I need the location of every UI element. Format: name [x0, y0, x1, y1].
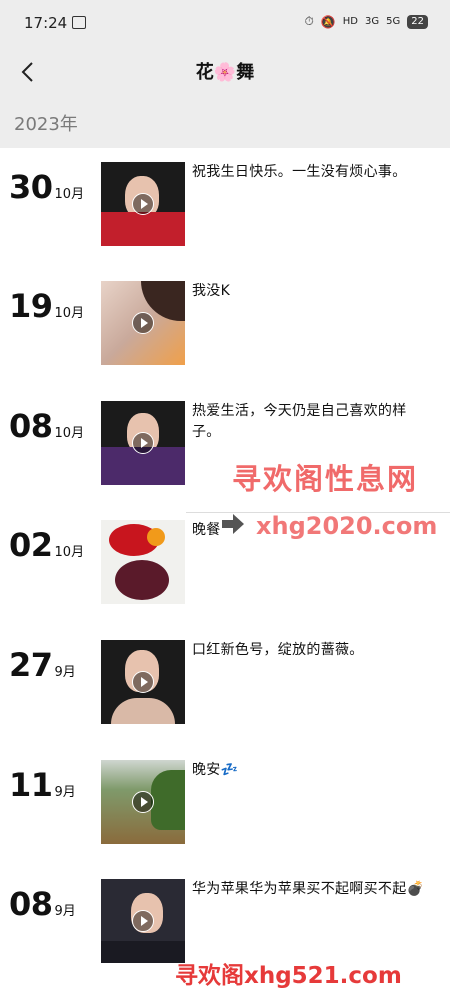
play-icon: [132, 910, 154, 932]
battery-indicator: 22: [407, 14, 428, 29]
post-day: 19: [9, 287, 53, 325]
post-month: 10月: [54, 426, 85, 441]
post-date: 11 9月: [9, 766, 76, 804]
post-day: 02: [9, 526, 53, 564]
year-header: 2023年: [0, 98, 450, 148]
play-icon: [132, 671, 154, 693]
post-day: 08: [9, 407, 53, 445]
post-month: 10月: [54, 545, 85, 560]
post-text: 祝我生日快乐。一生没有烦心事。: [192, 164, 407, 180]
notification-app-icon: [72, 16, 86, 29]
post-month: 10月: [54, 306, 85, 321]
post-text: 华为苹果华为苹果买不起啊买不起💣: [192, 881, 425, 897]
status-bar: 17:24 ⏱ 🔕 HD 3G 5G 22: [0, 0, 450, 46]
post-date: 08 10月: [9, 407, 84, 445]
post-text: 晚安💤: [192, 762, 239, 778]
post-date: 27 9月: [9, 646, 76, 684]
mute-icon: 🔕: [320, 14, 336, 29]
year-label: 2023年: [14, 114, 78, 135]
arrow-right-icon: [222, 514, 244, 534]
post-day: 27: [9, 646, 53, 684]
hd-label: HD: [342, 16, 359, 27]
post-item[interactable]: 30 10月 祝我生日快乐。一生没有烦心事。: [0, 148, 450, 258]
5g-signal-label: 5G: [386, 16, 401, 27]
post-item[interactable]: 27 9月 口红新色号，绽放的蔷薇。: [0, 626, 450, 736]
post-month: 9月: [54, 785, 76, 800]
play-icon: [132, 312, 154, 334]
video-thumbnail[interactable]: [101, 760, 185, 844]
3g-signal-label: 3G: [365, 16, 380, 27]
post-month: 10月: [54, 187, 85, 202]
post-date: 08 9月: [9, 885, 76, 923]
image-thumbnail[interactable]: [101, 520, 185, 604]
post-date: 02 10月: [9, 526, 84, 564]
post-day: 08: [9, 885, 53, 923]
video-thumbnail[interactable]: [101, 162, 185, 246]
nav-bar: 花🌸舞: [0, 46, 450, 98]
post-day: 11: [9, 766, 53, 804]
play-icon: [132, 432, 154, 454]
status-time: 17:24: [24, 14, 68, 32]
post-month: 9月: [54, 665, 76, 680]
post-item[interactable]: 11 9月 晚安💤: [0, 746, 450, 856]
play-icon: [132, 791, 154, 813]
watermark-site-url: xhg2020.com: [256, 512, 438, 540]
watermark-site-name: 寻欢阁性息网: [232, 462, 419, 496]
video-thumbnail[interactable]: [101, 640, 185, 724]
post-text: 口红新色号，绽放的蔷薇。: [192, 642, 364, 658]
post-date: 30 10月: [9, 168, 84, 206]
page-title: 花🌸舞: [195, 62, 255, 83]
alarm-icon: ⏱: [304, 14, 314, 28]
post-text: 热爱生活，今天仍是自己喜欢的样子。: [192, 403, 407, 440]
post-date: 19 10月: [9, 287, 84, 325]
status-icons: ⏱ 🔕 HD 3G 5G 22: [304, 14, 428, 29]
post-month: 9月: [54, 904, 76, 919]
post-text: 我没K: [192, 283, 231, 299]
watermark-bottom: 寻欢阁xhg521.com: [175, 963, 402, 989]
video-thumbnail[interactable]: [101, 281, 185, 365]
post-day: 30: [9, 168, 53, 206]
post-item[interactable]: 19 10月 我没K: [0, 267, 450, 377]
play-icon: [132, 193, 154, 215]
video-thumbnail[interactable]: [101, 401, 185, 485]
video-thumbnail[interactable]: [101, 879, 185, 963]
